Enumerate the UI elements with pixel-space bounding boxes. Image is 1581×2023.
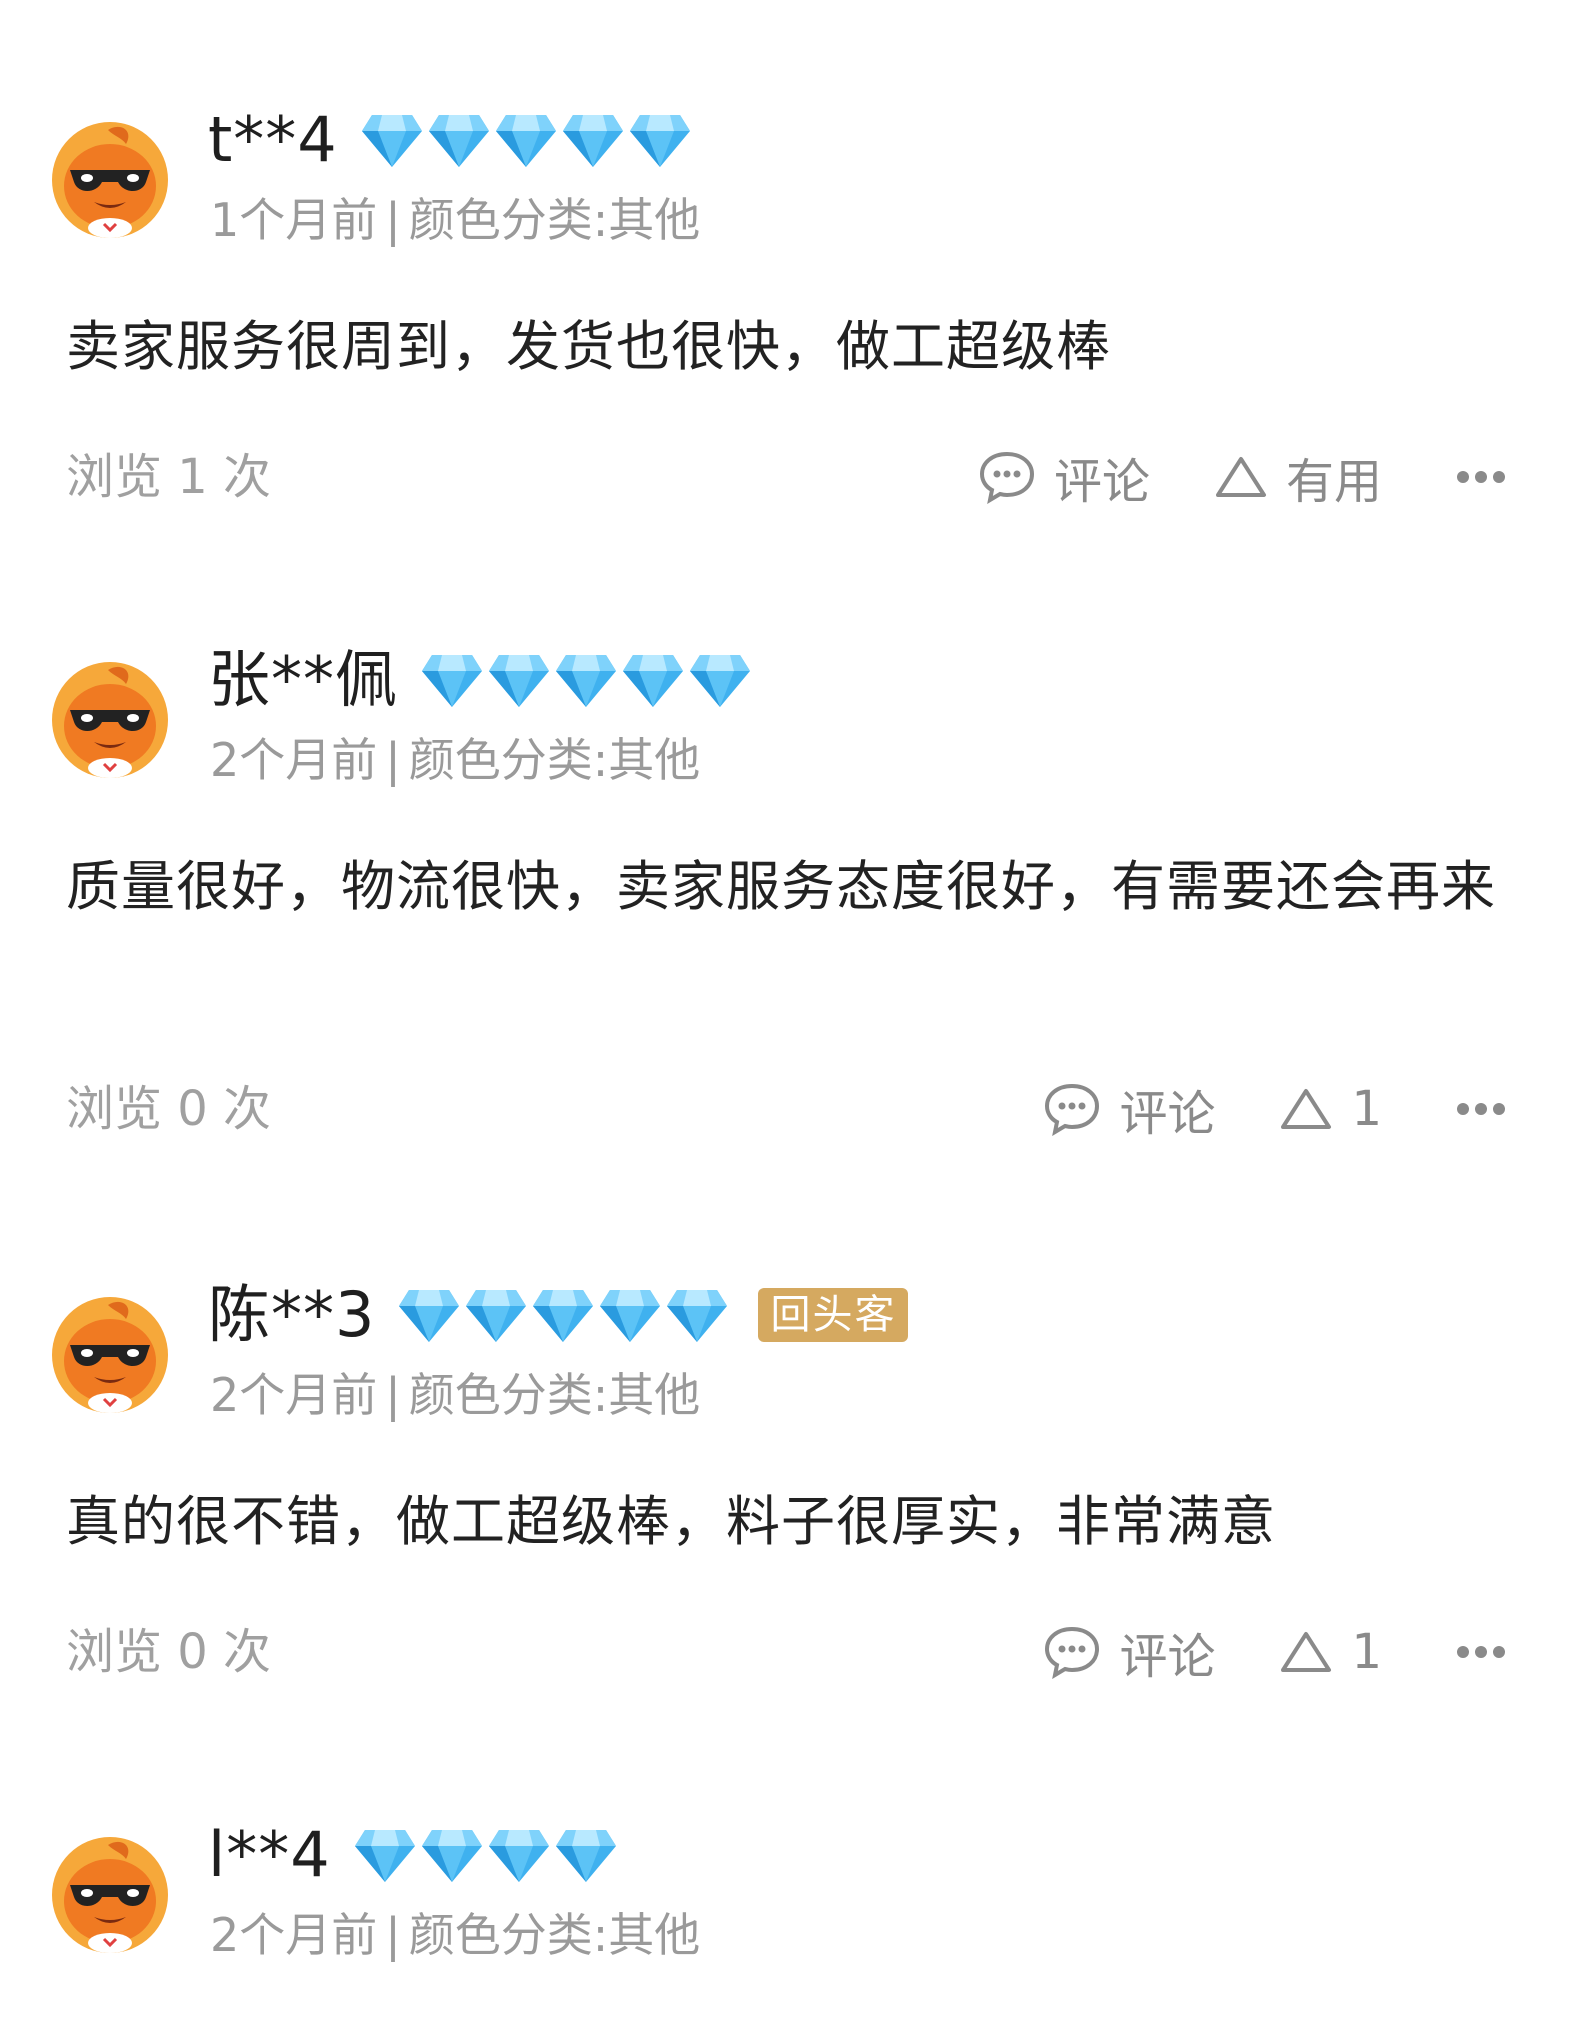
- comment-button[interactable]: 评论: [1043, 1617, 1215, 1687]
- diamond-icon: [420, 651, 484, 709]
- diamond-icon: [531, 1286, 595, 1344]
- review-footer: 浏览 0 次 评论 1: [66, 1074, 1506, 1144]
- more-dots-icon: [1457, 1646, 1505, 1658]
- diamond-icon: [621, 651, 685, 709]
- level-diamonds: [420, 651, 755, 709]
- view-count: 浏览 0 次: [66, 1081, 272, 1137]
- diamond-icon: [554, 1826, 618, 1884]
- review-time: 2个月前: [210, 1368, 378, 1422]
- comment-button[interactable]: 评论: [1043, 1074, 1215, 1144]
- diamond-icon: [397, 1286, 461, 1344]
- useful-button[interactable]: 有用: [1214, 442, 1382, 512]
- diamond-icon: [487, 651, 551, 709]
- diamond-icon: [464, 1286, 528, 1344]
- diamond-icon: [487, 1826, 551, 1884]
- more-button[interactable]: [1456, 1102, 1506, 1116]
- triangle-up-icon: [1215, 457, 1266, 497]
- view-count: 浏览 1 次: [66, 449, 272, 505]
- reviewer-name-row: 张**佩: [208, 640, 755, 720]
- diamond-icon: [554, 651, 618, 709]
- comment-icon: [1045, 1083, 1100, 1136]
- review-variant: 颜色分类:其他: [408, 1368, 701, 1422]
- more-dots-icon: [1457, 1103, 1505, 1115]
- comment-icon: [1045, 1626, 1100, 1679]
- diamond-icon: [688, 651, 752, 709]
- avatar[interactable]: [50, 660, 170, 780]
- reviewer-name-row: t**4: [208, 100, 695, 180]
- useful-label: 有用: [1285, 454, 1382, 510]
- more-dots-icon: [1457, 471, 1505, 483]
- reviewer-name: l**4: [208, 1818, 331, 1891]
- meta-separator: |: [385, 733, 401, 787]
- meta-separator: |: [385, 193, 401, 247]
- triangle-up-icon: [1281, 1089, 1332, 1129]
- review-footer: 浏览 0 次 评论 1: [66, 1617, 1506, 1687]
- level-diamonds: [360, 111, 695, 169]
- view-count: 浏览 0 次: [66, 1624, 272, 1680]
- reviewer-name-row: l**4: [208, 1815, 621, 1895]
- meta-separator: |: [385, 1368, 401, 1422]
- avatar[interactable]: [50, 1835, 170, 1955]
- review-meta: 1个月前 | 颜色分类:其他: [210, 192, 700, 248]
- triangle-up-icon: [1281, 1632, 1332, 1672]
- level-diamonds: [397, 1286, 732, 1344]
- review-content: 卖家服务很周到，发货也很快，做工超级棒: [66, 315, 1111, 378]
- useful-button[interactable]: 1: [1279, 1624, 1382, 1680]
- useful-count: 1: [1351, 1624, 1382, 1680]
- reviewer-name: 张**佩: [208, 643, 399, 716]
- review-meta: 2个月前 | 颜色分类:其他: [210, 732, 700, 788]
- review-content: 真的很不错，做工超级棒，料子很厚实，非常满意: [66, 1490, 1276, 1553]
- diamond-icon: [598, 1286, 662, 1344]
- review-meta: 2个月前 | 颜色分类:其他: [210, 1367, 700, 1423]
- diamond-icon: [628, 111, 692, 169]
- review-actions: 评论 1: [979, 1074, 1506, 1144]
- comment-label: 评论: [1053, 454, 1150, 510]
- comment-icon: [979, 451, 1034, 504]
- diamond-icon: [420, 1826, 484, 1884]
- diamond-icon: [494, 111, 558, 169]
- comment-button[interactable]: 评论: [978, 442, 1150, 512]
- review-footer: 浏览 1 次 评论 有用: [66, 442, 1506, 512]
- review-time: 2个月前: [210, 733, 378, 787]
- reviewer-name: t**4: [208, 103, 338, 176]
- meta-separator: |: [385, 1908, 401, 1962]
- review-time: 1个月前: [210, 193, 378, 247]
- useful-button[interactable]: 1: [1279, 1081, 1382, 1137]
- review-actions: 评论 有用: [914, 442, 1506, 512]
- review-variant: 颜色分类:其他: [408, 733, 701, 787]
- avatar[interactable]: [50, 1295, 170, 1415]
- diamond-icon: [665, 1286, 729, 1344]
- review-actions: 评论 1: [979, 1617, 1506, 1687]
- more-button[interactable]: [1456, 470, 1506, 484]
- review-meta: 2个月前 | 颜色分类:其他: [210, 1907, 700, 1963]
- reviewer-name: 陈**3: [208, 1278, 376, 1351]
- comment-label: 评论: [1119, 1086, 1216, 1142]
- more-button[interactable]: [1456, 1645, 1506, 1659]
- returning-customer-badge: 回头客: [758, 1288, 909, 1342]
- review-time: 2个月前: [210, 1908, 378, 1962]
- avatar[interactable]: [50, 120, 170, 240]
- level-diamonds: [353, 1826, 621, 1884]
- review-content: 质量很好，物流很快，卖家服务态度很好，有需要还会再来: [66, 855, 1496, 918]
- reviewer-name-row: 陈**3 回头客: [208, 1275, 909, 1355]
- comment-label: 评论: [1119, 1629, 1216, 1685]
- diamond-icon: [360, 111, 424, 169]
- diamond-icon: [561, 111, 625, 169]
- diamond-icon: [353, 1826, 417, 1884]
- diamond-icon: [427, 111, 491, 169]
- useful-count: 1: [1351, 1081, 1382, 1137]
- review-variant: 颜色分类:其他: [408, 1908, 701, 1962]
- review-variant: 颜色分类:其他: [408, 193, 701, 247]
